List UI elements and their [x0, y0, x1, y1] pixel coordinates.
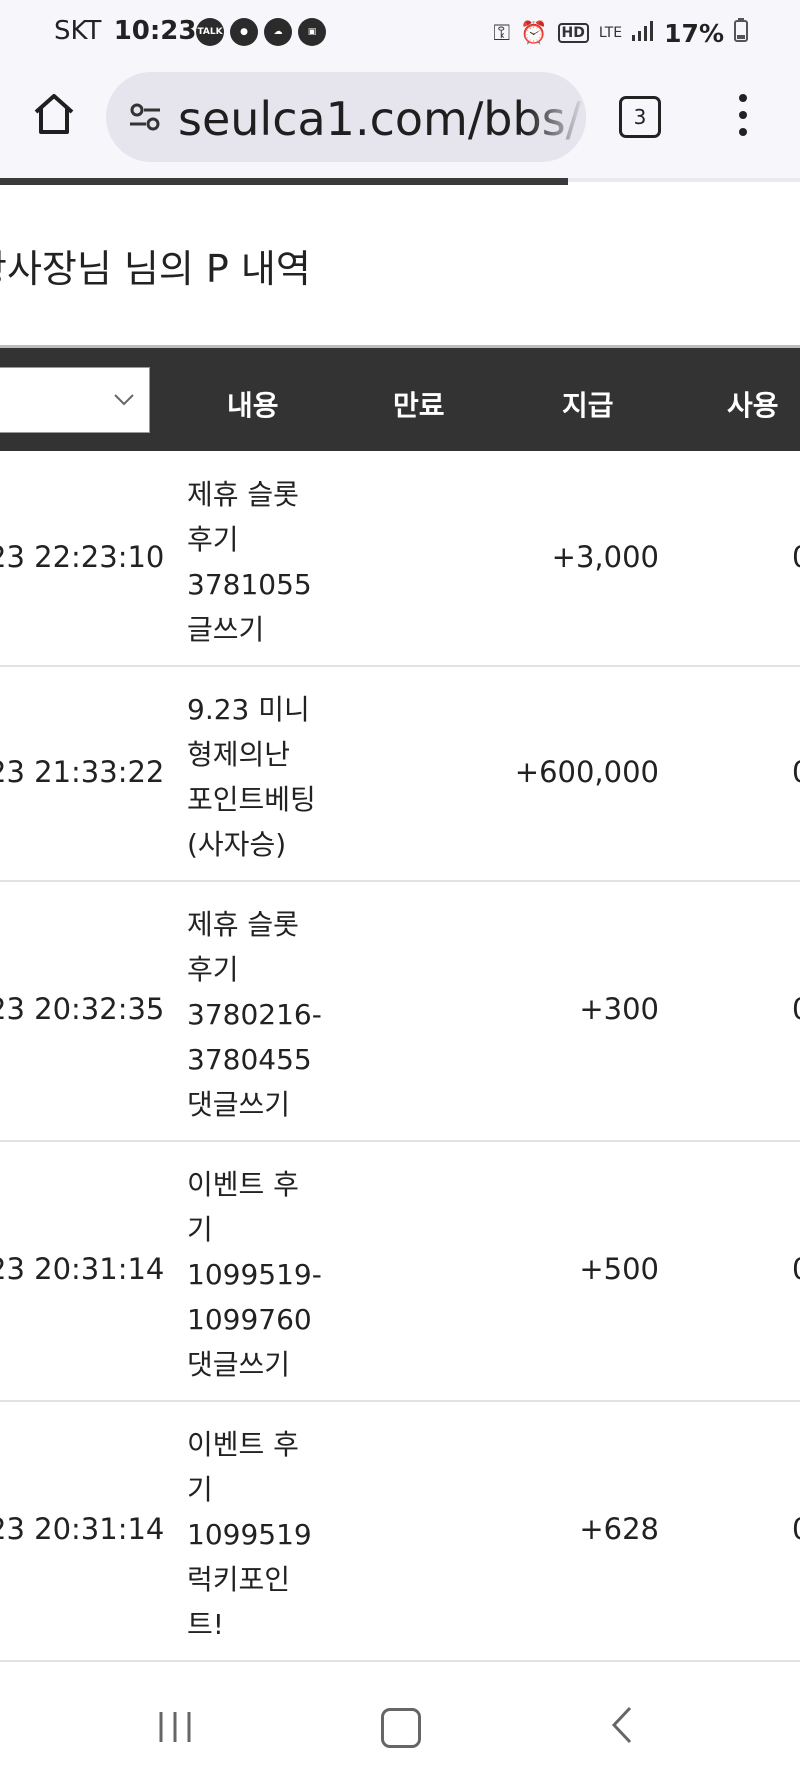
recent-apps-button[interactable] [157, 1710, 193, 1748]
row-content-line: 포인트베팅 [187, 783, 316, 816]
table-row: 23 21:33:22 9.23 미니형제의난포인트베팅 (사자승) +600,000… [0, 665, 800, 882]
row-used: 0 [792, 755, 800, 789]
cloud-icon: ☁ [264, 18, 292, 46]
row-content-line: 1099519- [187, 1258, 322, 1291]
key-icon: ⚿ [493, 20, 511, 46]
table-header: 내용 만료 지급 사용 [0, 345, 800, 451]
row-content-line: 3780216- [187, 998, 322, 1031]
site-settings-icon[interactable] [128, 102, 162, 132]
row-content-line: (사자승) [187, 828, 287, 861]
page-load-progress [0, 178, 568, 185]
browser-toolbar: seulca1.com/bbs/ 3 [0, 66, 800, 178]
row-content-line: 제휴 슬롯 [187, 908, 299, 941]
row-content-line: 트! [187, 1608, 224, 1641]
url-text[interactable]: seulca1.com/bbs/ [178, 92, 581, 146]
page-title: 왕사장님 님의 P 내역 [0, 247, 311, 291]
row-content-line: 글쓰기 [187, 613, 265, 646]
table-row: 23 20:31:14 이벤트 후기 1099519- 1099760 댓글쓰기 +500… [0, 1140, 800, 1402]
row-amount: +500 [579, 1252, 659, 1286]
row-content-line: 1099519 [187, 1518, 312, 1551]
home-icon [34, 94, 74, 134]
row-date: 23 20:32:35 [0, 992, 165, 1026]
table-row: 23 20:31:14 이벤트 후기 1099519 럭키포인트! +628 0 [0, 1400, 800, 1662]
row-amount: +628 [579, 1512, 659, 1546]
row-content-line: 3780455 [187, 1043, 312, 1076]
date-filter-select[interactable] [0, 367, 150, 433]
address-bar[interactable]: seulca1.com/bbs/ [106, 72, 586, 162]
back-icon [611, 1706, 632, 1744]
row-content-line: 형제의난 [187, 738, 291, 771]
status-left: SKT 10:23 [54, 16, 196, 46]
row-content-line: 1099760 [187, 1303, 312, 1336]
row-amount: +3,000 [551, 540, 659, 574]
row-content: 9.23 미니형제의난포인트베팅 (사자승) [187, 687, 337, 867]
row-date: 23 22:23:10 [0, 540, 165, 574]
row-content-line: 후기 [187, 523, 239, 556]
url-fade [526, 72, 586, 162]
row-content-line: 댓글쓰기 [187, 1088, 291, 1121]
row-used: 0 [792, 1252, 800, 1286]
row-date: 23 21:33:22 [0, 755, 165, 789]
battery-percent: 17% [664, 18, 724, 48]
row-content-line: 댓글쓰기 [187, 1348, 291, 1381]
lte-icon: LTE [598, 25, 623, 41]
header-expire: 만료 [393, 389, 445, 422]
row-content-line: 기 [187, 1473, 213, 1506]
row-content-line: 이벤트 후 [187, 1428, 299, 1461]
row-content: 이벤트 후기 1099519- 1099760 댓글쓰기 [187, 1162, 337, 1387]
signal-icon [632, 19, 654, 47]
row-content-line: 9.23 미니 [187, 693, 310, 726]
status-right: ⚿ ⏰ HD LTE 17% [493, 18, 748, 48]
alarm-icon: ⏰ [520, 20, 548, 46]
recent-apps-icon [159, 1712, 191, 1742]
row-content: 제휴 슬롯후기 3780216- 3780455 댓글쓰기 [187, 902, 337, 1127]
app-icon: ● [230, 18, 258, 46]
row-content-line: 후기 [187, 953, 239, 986]
row-content-line: 이벤트 후 [187, 1168, 299, 1201]
more-menu-icon[interactable] [736, 94, 750, 138]
row-content: 이벤트 후기 1099519 럭키포인트! [187, 1422, 337, 1647]
hd-voice-icon: HD [557, 23, 589, 43]
battery-icon [734, 18, 748, 48]
table-row: 23 22:23:10 제휴 슬롯후기 3781055 글쓰기 +3,000 0 [0, 450, 800, 667]
row-date: 23 20:31:14 [0, 1512, 165, 1546]
status-bar: SKT 10:23 TALK ● ☁ ▣ ⚿ ⏰ HD LTE 17% [0, 0, 800, 66]
row-used: 0 [792, 1512, 800, 1546]
clock: 10:23 [113, 16, 197, 46]
row-content-line: 기 [187, 1213, 213, 1246]
header-content: 내용 [227, 389, 279, 422]
row-amount: +600,000 [514, 755, 659, 789]
talk-icon: TALK [196, 18, 224, 46]
row-used: 0 [792, 992, 800, 1026]
back-button[interactable] [610, 1706, 634, 1748]
row-content-line: 럭키포인 [187, 1563, 291, 1596]
header-used: 사용 [727, 389, 779, 422]
row-content-line: 3781055 [187, 568, 312, 601]
shield-icon: ▣ [298, 18, 326, 46]
tab-switcher-button[interactable]: 3 [619, 96, 661, 138]
row-amount: +300 [579, 992, 659, 1026]
row-content: 제휴 슬롯후기 3781055 글쓰기 [187, 472, 337, 652]
carrier-label: SKT [54, 16, 102, 46]
table-row: 23 20:32:35 제휴 슬롯후기 3780216- 3780455 댓글쓰기 +30… [0, 880, 800, 1142]
row-used: 0 [792, 540, 800, 574]
home-nav-button[interactable] [381, 1708, 421, 1748]
row-content-line: 제휴 슬롯 [187, 478, 299, 511]
system-nav-bar [0, 1668, 800, 1778]
notification-icons: TALK ● ☁ ▣ [196, 18, 326, 46]
home-button[interactable] [30, 90, 78, 138]
chevron-down-icon [114, 394, 134, 406]
row-date: 23 20:31:14 [0, 1252, 165, 1286]
header-paid: 지급 [562, 389, 614, 422]
